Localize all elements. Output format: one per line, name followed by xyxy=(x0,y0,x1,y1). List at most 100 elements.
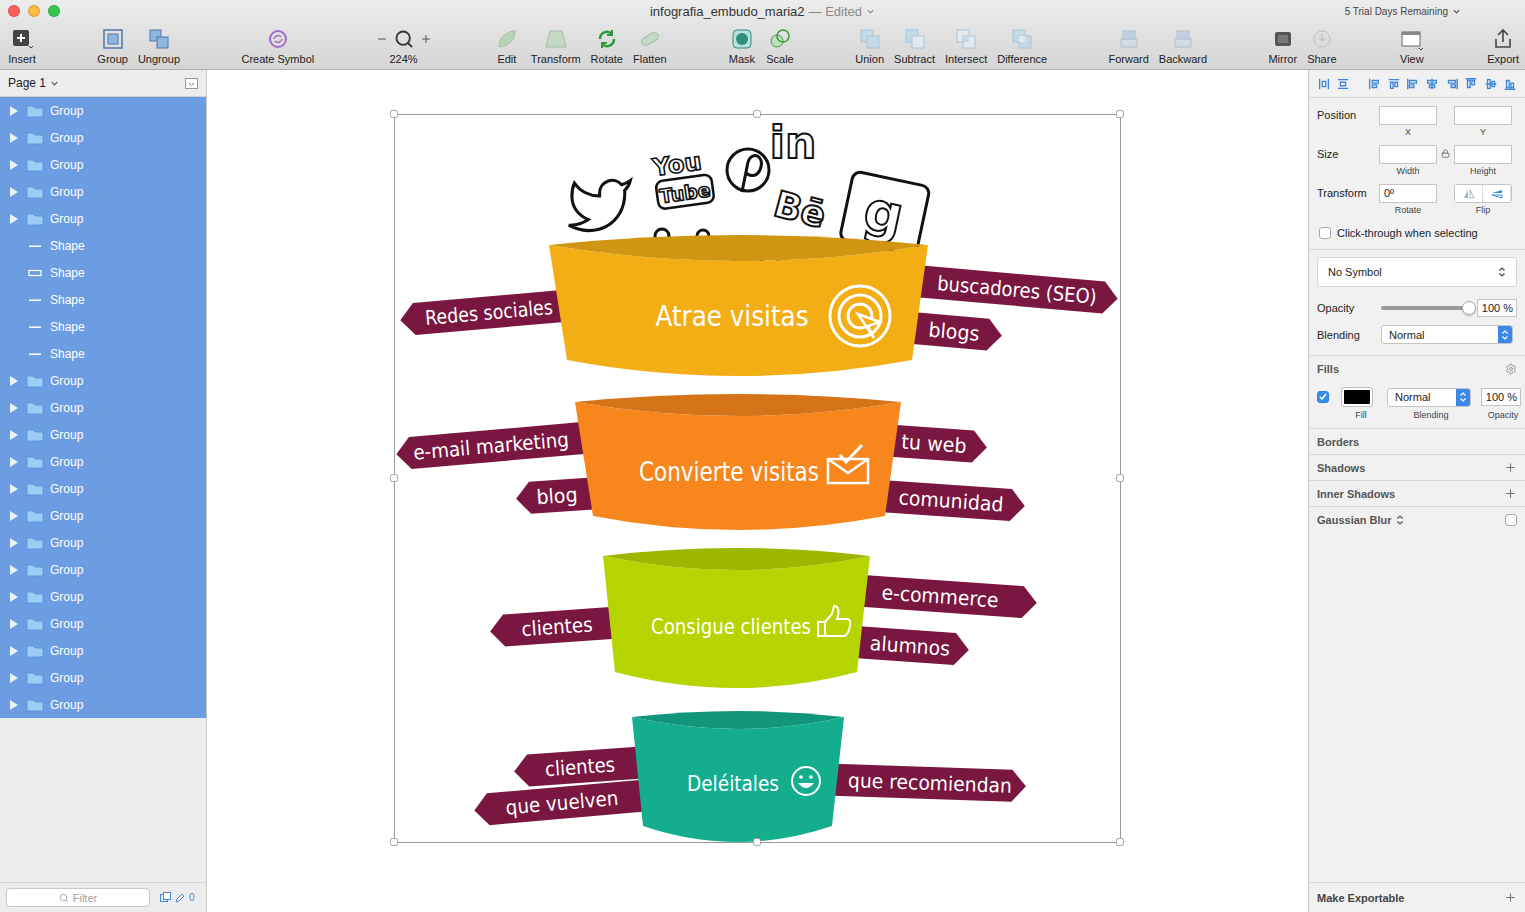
canvas[interactable]: YouTubeinBēgRedes socialesbuscadores (SE… xyxy=(207,70,1308,912)
toolbar-button[interactable]: Export xyxy=(1487,27,1519,65)
window-title[interactable]: infografia_embudo_maria2 — Edited xyxy=(650,4,875,19)
flip-horizontal-button[interactable] xyxy=(1455,185,1483,202)
checkbox[interactable] xyxy=(1319,227,1331,239)
disclosure-icon[interactable] xyxy=(10,484,18,494)
filter-field[interactable]: Filter xyxy=(6,888,150,907)
disclosure-icon[interactable] xyxy=(10,673,18,683)
fill-checkbox[interactable] xyxy=(1317,391,1329,403)
layer-row[interactable]: Group xyxy=(0,421,206,448)
disclosure-icon[interactable] xyxy=(10,214,18,224)
number-field[interactable] xyxy=(1454,106,1512,125)
align-icon[interactable] xyxy=(1367,76,1381,92)
layer-row[interactable]: Shape xyxy=(0,259,206,286)
disclosure-icon[interactable] xyxy=(10,160,18,170)
toolbar-button[interactable]: Ungroup xyxy=(138,27,180,65)
disclosure-icon[interactable] xyxy=(10,565,18,575)
flip-control[interactable] xyxy=(1454,184,1512,203)
click-through-row[interactable]: Click-through when selecting xyxy=(1309,215,1525,250)
slider-thumb[interactable] xyxy=(1462,301,1476,315)
layer-row[interactable]: Shape xyxy=(0,340,206,367)
symbols-filter-icon[interactable] xyxy=(160,892,171,903)
layer-row[interactable]: Group xyxy=(0,205,206,232)
toolbar-button[interactable]: Union xyxy=(855,27,884,65)
inspector-section[interactable]: Borders xyxy=(1309,428,1525,454)
add-icon[interactable] xyxy=(1504,461,1517,474)
rotate-field[interactable]: 0º xyxy=(1379,184,1437,203)
disclosure-icon[interactable] xyxy=(10,403,18,413)
selection-box[interactable] xyxy=(395,115,1121,843)
layer-row[interactable]: Group xyxy=(0,502,206,529)
inspector-section[interactable]: Inner Shadows xyxy=(1309,480,1525,506)
add-icon[interactable] xyxy=(1504,891,1517,904)
layer-row[interactable]: Group xyxy=(0,529,206,556)
make-exportable[interactable]: Make Exportable xyxy=(1309,882,1525,912)
toolbar-button[interactable]: Edit xyxy=(493,27,521,65)
align-icon[interactable] xyxy=(1503,76,1517,92)
distribute-icon[interactable] xyxy=(1336,76,1350,92)
lock-icon[interactable] xyxy=(1441,149,1450,158)
layer-row[interactable]: Group xyxy=(0,556,206,583)
disclosure-icon[interactable] xyxy=(10,700,18,710)
toolbar-button[interactable]: View xyxy=(1398,27,1426,65)
layer-row[interactable]: Group xyxy=(0,691,206,718)
blur-checkbox[interactable] xyxy=(1505,514,1517,526)
resize-handle[interactable] xyxy=(391,111,398,118)
add-icon[interactable] xyxy=(1504,487,1517,500)
page-header[interactable]: Page 1 xyxy=(0,70,206,97)
number-field[interactable] xyxy=(1379,106,1437,125)
disclosure-icon[interactable] xyxy=(10,619,18,629)
number-field[interactable] xyxy=(1379,145,1437,164)
disclosure-icon[interactable] xyxy=(10,511,18,521)
layer-row[interactable]: Shape xyxy=(0,313,206,340)
filter-tools[interactable]: 0 xyxy=(160,892,195,903)
zoom-control[interactable]: 224% xyxy=(376,27,432,65)
disclosure-icon[interactable] xyxy=(10,646,18,656)
align-icon[interactable] xyxy=(1406,76,1420,92)
zoom-button[interactable] xyxy=(48,5,60,17)
layer-row[interactable]: Group xyxy=(0,664,206,691)
fill-opacity-field[interactable]: 100 % xyxy=(1481,388,1521,406)
minimize-button[interactable] xyxy=(28,5,40,17)
layer-row[interactable]: Shape xyxy=(0,232,206,259)
toolbar-button[interactable]: Mirror xyxy=(1268,27,1297,65)
trial-notice[interactable]: 5 Trial Days Remaining xyxy=(1345,6,1461,17)
disclosure-icon[interactable] xyxy=(10,592,18,602)
toolbar-button[interactable]: Rotate xyxy=(591,27,623,65)
disclosure-icon[interactable] xyxy=(10,133,18,143)
disclosure-icon[interactable] xyxy=(10,106,18,116)
close-button[interactable] xyxy=(8,5,20,17)
toolbar-button[interactable]: Forward xyxy=(1108,27,1148,65)
layer-row[interactable]: Group xyxy=(0,583,206,610)
resize-handle[interactable] xyxy=(754,111,761,118)
disclosure-icon[interactable] xyxy=(10,187,18,197)
toolbar-button[interactable]: Transform xyxy=(531,27,581,65)
opacity-field[interactable]: 100 % xyxy=(1477,299,1517,317)
layer-row[interactable]: Group xyxy=(0,151,206,178)
align-icon[interactable] xyxy=(1445,76,1459,92)
layer-row[interactable]: Shape xyxy=(0,286,206,313)
zoom-in-icon[interactable] xyxy=(420,33,432,45)
toolbar-button[interactable]: Subtract xyxy=(894,27,935,65)
number-field[interactable] xyxy=(1454,145,1512,164)
layer-row[interactable]: Group xyxy=(0,367,206,394)
resize-handle[interactable] xyxy=(1117,111,1124,118)
collapse-icon[interactable] xyxy=(185,78,198,89)
align-icon[interactable] xyxy=(1464,76,1478,92)
toolbar-button[interactable]: Create Symbol xyxy=(241,27,314,65)
resize-handle[interactable] xyxy=(391,839,398,846)
toolbar-button[interactable]: Mask xyxy=(728,27,756,65)
disclosure-icon[interactable] xyxy=(10,376,18,386)
opacity-slider[interactable] xyxy=(1381,306,1469,310)
toolbar-button[interactable]: Intersect xyxy=(945,27,987,65)
resize-handle[interactable] xyxy=(391,475,398,482)
align-icon[interactable] xyxy=(1484,76,1498,92)
distribute-icon[interactable] xyxy=(1317,76,1331,92)
edit-filter-icon[interactable] xyxy=(175,893,185,903)
toolbar-button[interactable]: Scale xyxy=(766,27,794,65)
disclosure-icon[interactable] xyxy=(10,538,18,548)
resize-handle[interactable] xyxy=(754,839,761,846)
resize-handle[interactable] xyxy=(1117,839,1124,846)
resize-handle[interactable] xyxy=(1117,475,1124,482)
toolbar-button[interactable]: Insert xyxy=(8,27,36,65)
toolbar-button[interactable]: Flatten xyxy=(633,27,667,65)
